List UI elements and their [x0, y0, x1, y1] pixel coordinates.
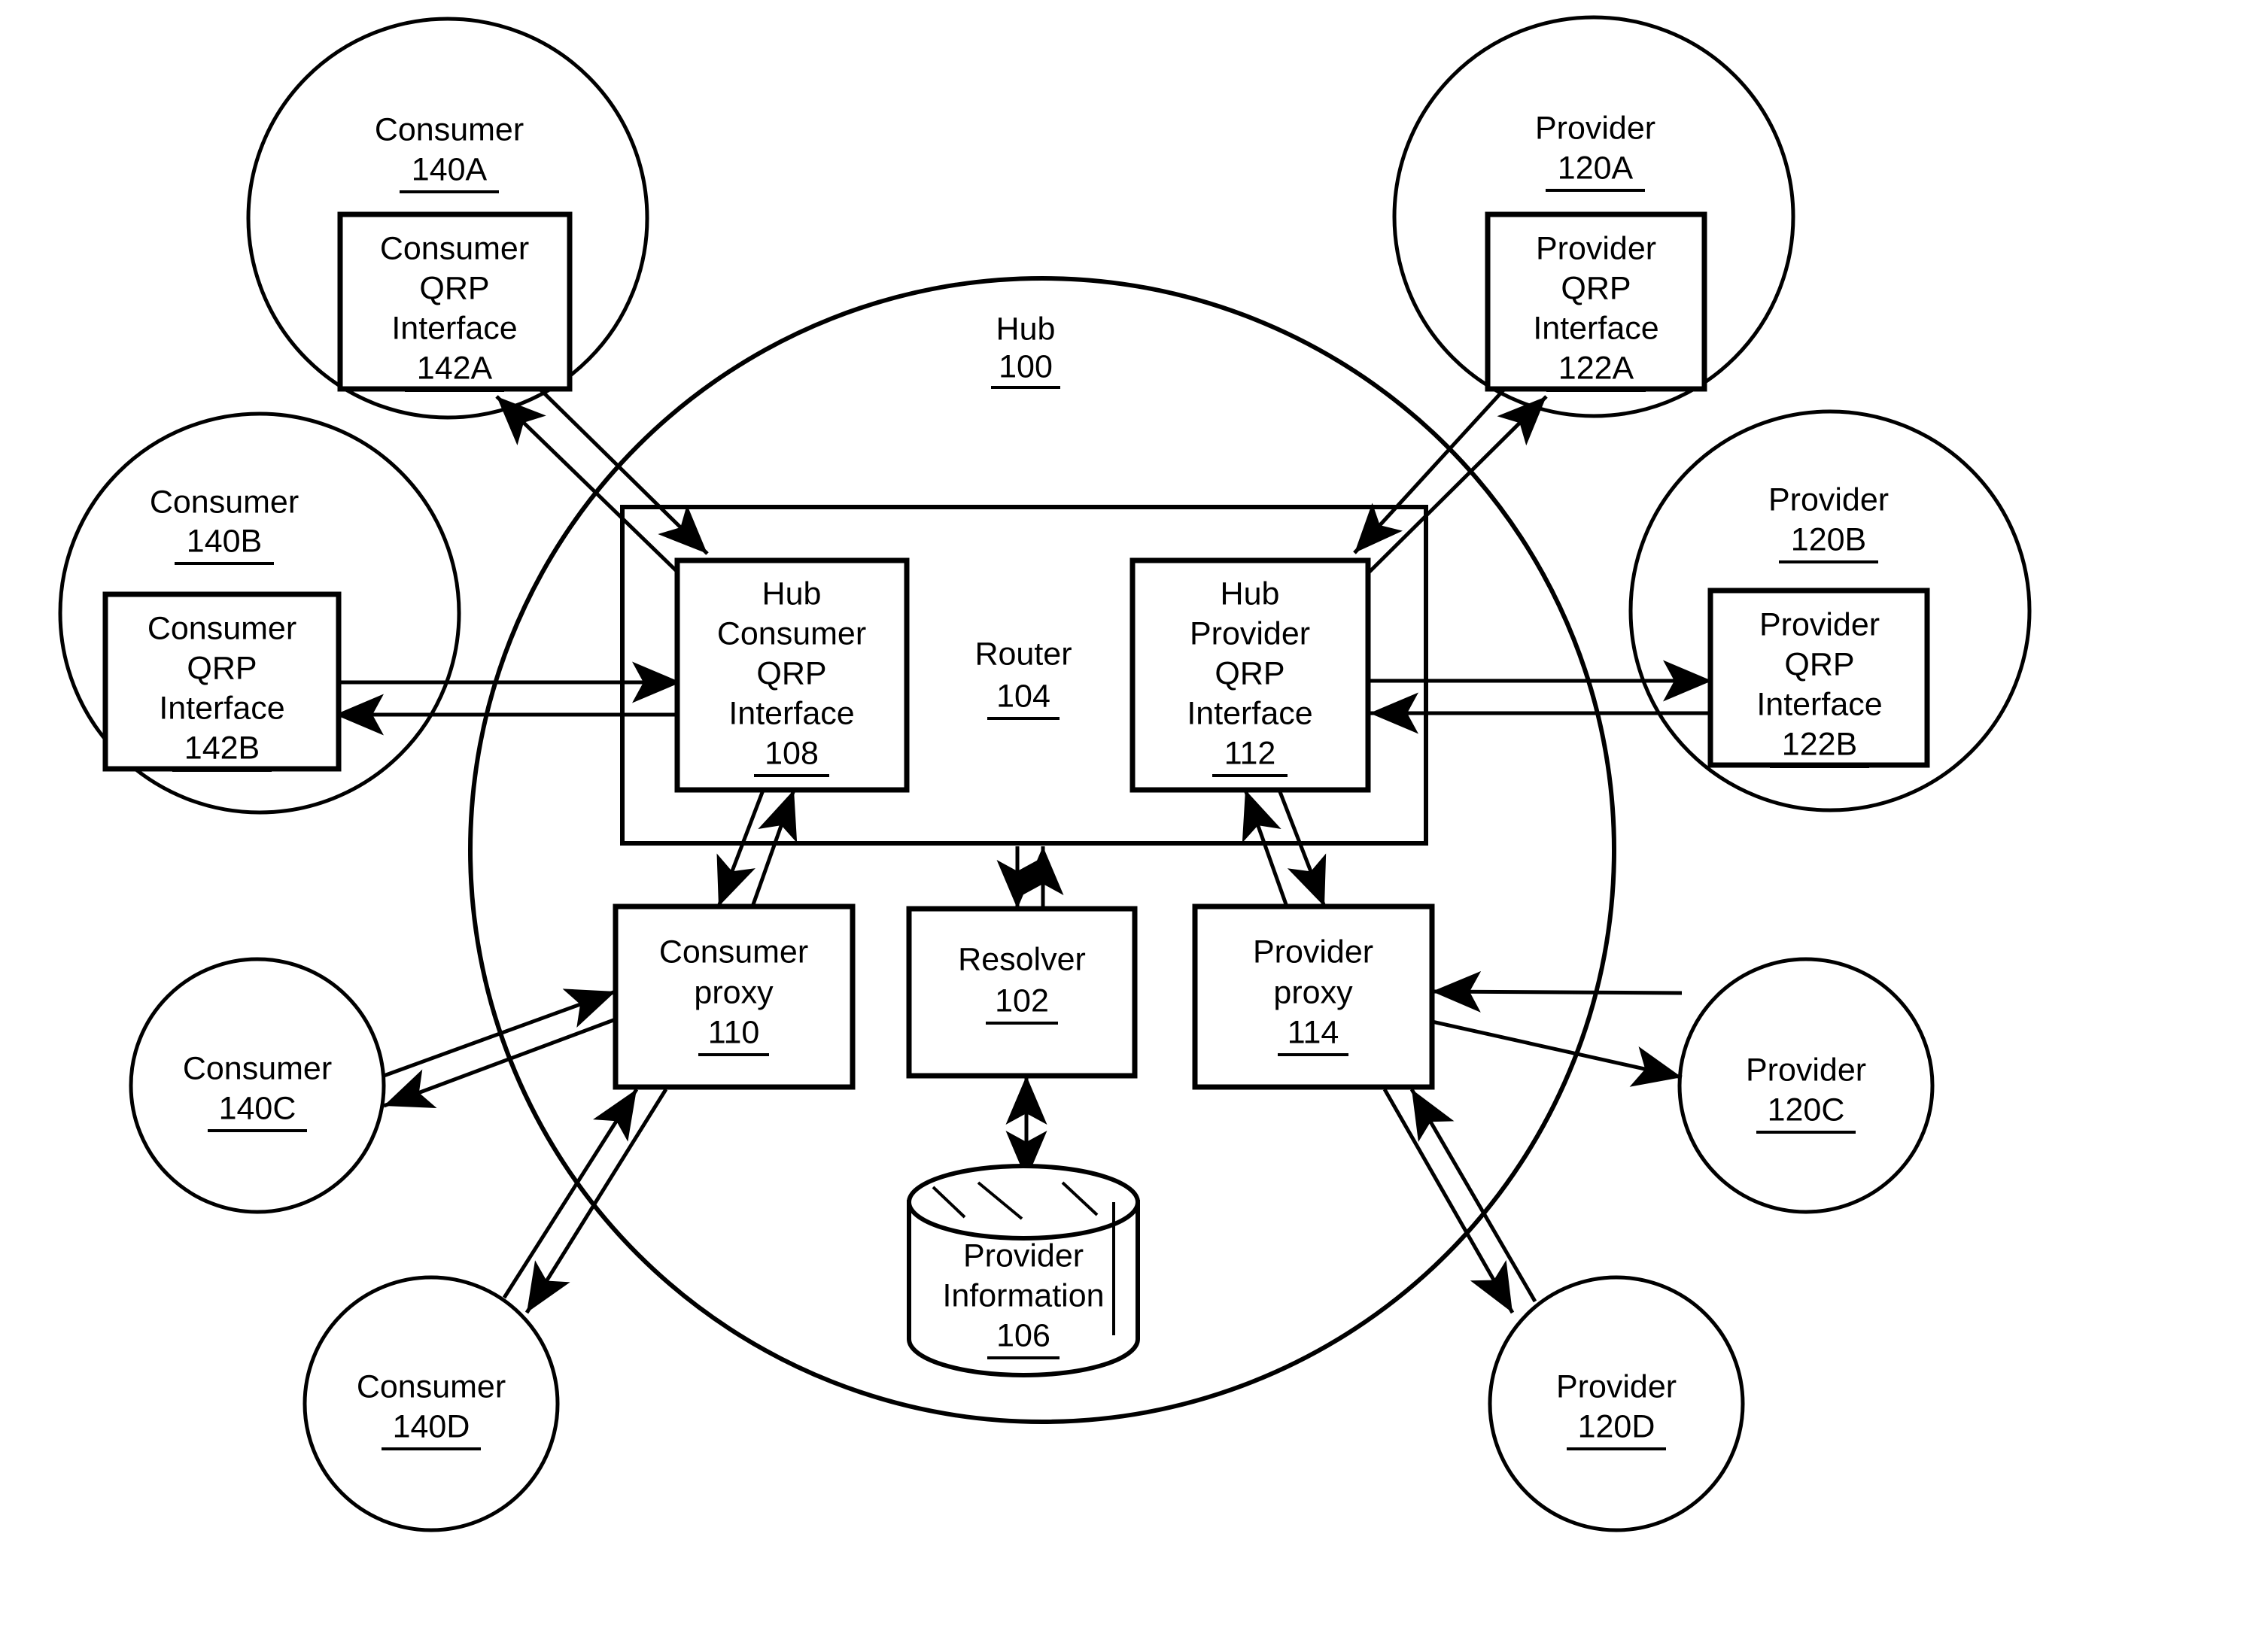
provider-122B-line2: QRP: [1784, 646, 1854, 682]
router-title: Router: [974, 636, 1072, 672]
provider-122B-ref: 122B: [1782, 726, 1857, 762]
provider-proxy-line1: Provider: [1253, 934, 1373, 970]
provider-information-ref: 106: [996, 1317, 1050, 1353]
conn-142A-to-108: [525, 375, 709, 555]
hub-provider-qrp-line2: Provider: [1190, 615, 1310, 651]
provider-proxy-ref: 114: [1288, 1014, 1339, 1050]
figure-canvas: Hub 100 Router 104 Hub Consumer QRP Inte…: [0, 0, 2265, 1652]
consumer-140D-ref: 140D: [393, 1408, 470, 1444]
consumer-142A-ref: 142A: [417, 350, 493, 386]
provider-122A-ref: 122A: [1558, 350, 1634, 386]
conn-108-to-142A: [495, 395, 679, 573]
conn-112-to-122A: [1368, 395, 1548, 573]
hub-provider-qrp-line3: QRP: [1215, 655, 1285, 691]
consumer-140A-ref: 140A: [412, 151, 488, 187]
conn-consumer-140D-to-proxy: [502, 1088, 639, 1299]
conn-consumer-proxy-to-108: [750, 789, 798, 907]
provider-proxy-line2: proxy: [1273, 974, 1353, 1010]
conn-112-to-provider-proxy: [1277, 789, 1327, 907]
hub-consumer-qrp-line3: QRP: [756, 655, 826, 691]
hub-provider-qrp-ref: 112: [1224, 735, 1276, 771]
consumer-140B-title: Consumer: [150, 484, 299, 520]
hub-provider-qrp-line4: Interface: [1187, 695, 1312, 731]
consumer-proxy-ref: 110: [708, 1014, 760, 1050]
consumer-140D-title: Consumer: [357, 1368, 506, 1405]
provider-120D-ref: 120D: [1578, 1408, 1655, 1444]
consumer-140A-title: Consumer: [375, 111, 524, 147]
consumer-140B-ref: 140B: [187, 523, 262, 559]
consumer-142A-line1: Consumer: [380, 230, 529, 266]
hub-provider-qrp-line1: Hub: [1221, 575, 1280, 612]
hub-consumer-qrp-line1: Hub: [762, 575, 822, 612]
consumer-140C-ref: 140C: [219, 1090, 296, 1126]
consumer-proxy-line1: Consumer: [659, 934, 808, 970]
resolver-ref: 102: [995, 982, 1049, 1019]
provider-120A-ref: 120A: [1558, 150, 1634, 186]
provider-120B-title: Provider: [1768, 481, 1889, 518]
provider-information-cylinder-top: [907, 1164, 1140, 1241]
provider-120A-title: Provider: [1535, 110, 1655, 146]
conn-proxy-to-provider-120C: [1431, 1019, 1683, 1087]
provider-122A-line1: Provider: [1536, 230, 1656, 266]
provider-120D-title: Provider: [1556, 1368, 1677, 1405]
provider-information-line1: Provider: [963, 1237, 1084, 1274]
provider-122B-line3: Interface: [1756, 686, 1882, 722]
provider-122A-line3: Interface: [1533, 310, 1658, 346]
hub-ref: 100: [999, 348, 1053, 384]
diagram-svg: Hub 100 Router 104 Hub Consumer QRP Inte…: [58, 15, 2032, 1532]
provider-122A-line2: QRP: [1561, 270, 1631, 306]
conn-provider-proxy-to-112: [1242, 789, 1289, 907]
conn-provider-120C-to-proxy: [1431, 970, 1683, 1013]
resolver-title: Resolver: [958, 941, 1086, 977]
consumer-142A-line3: Interface: [391, 310, 517, 346]
hub-consumer-qrp-line2: Consumer: [717, 615, 866, 651]
hub-title: Hub: [996, 311, 1056, 347]
consumer-proxy-line2: proxy: [694, 974, 774, 1010]
provider-122B-line1: Provider: [1759, 606, 1880, 642]
provider-120B-ref: 120B: [1791, 521, 1866, 557]
consumer-142B-line1: Consumer: [147, 610, 296, 646]
consumer-142B-ref: 142B: [184, 730, 260, 766]
hub-consumer-qrp-ref: 108: [765, 735, 819, 771]
consumer-140C-title: Consumer: [183, 1050, 332, 1086]
provider-120C-ref: 120C: [1768, 1092, 1845, 1128]
router-ref: 104: [996, 678, 1050, 714]
consumer-142B-line2: QRP: [187, 650, 257, 686]
provider-information-line2: Information: [942, 1277, 1104, 1313]
conn-proxy-to-consumer-140D: [524, 1088, 668, 1314]
provider-120C-title: Provider: [1746, 1052, 1866, 1088]
hub-consumer-qrp-line4: Interface: [728, 695, 854, 731]
consumer-142B-line3: Interface: [159, 690, 284, 726]
conn-122A-to-112: [1353, 375, 1518, 554]
consumer-142A-line2: QRP: [419, 270, 489, 306]
